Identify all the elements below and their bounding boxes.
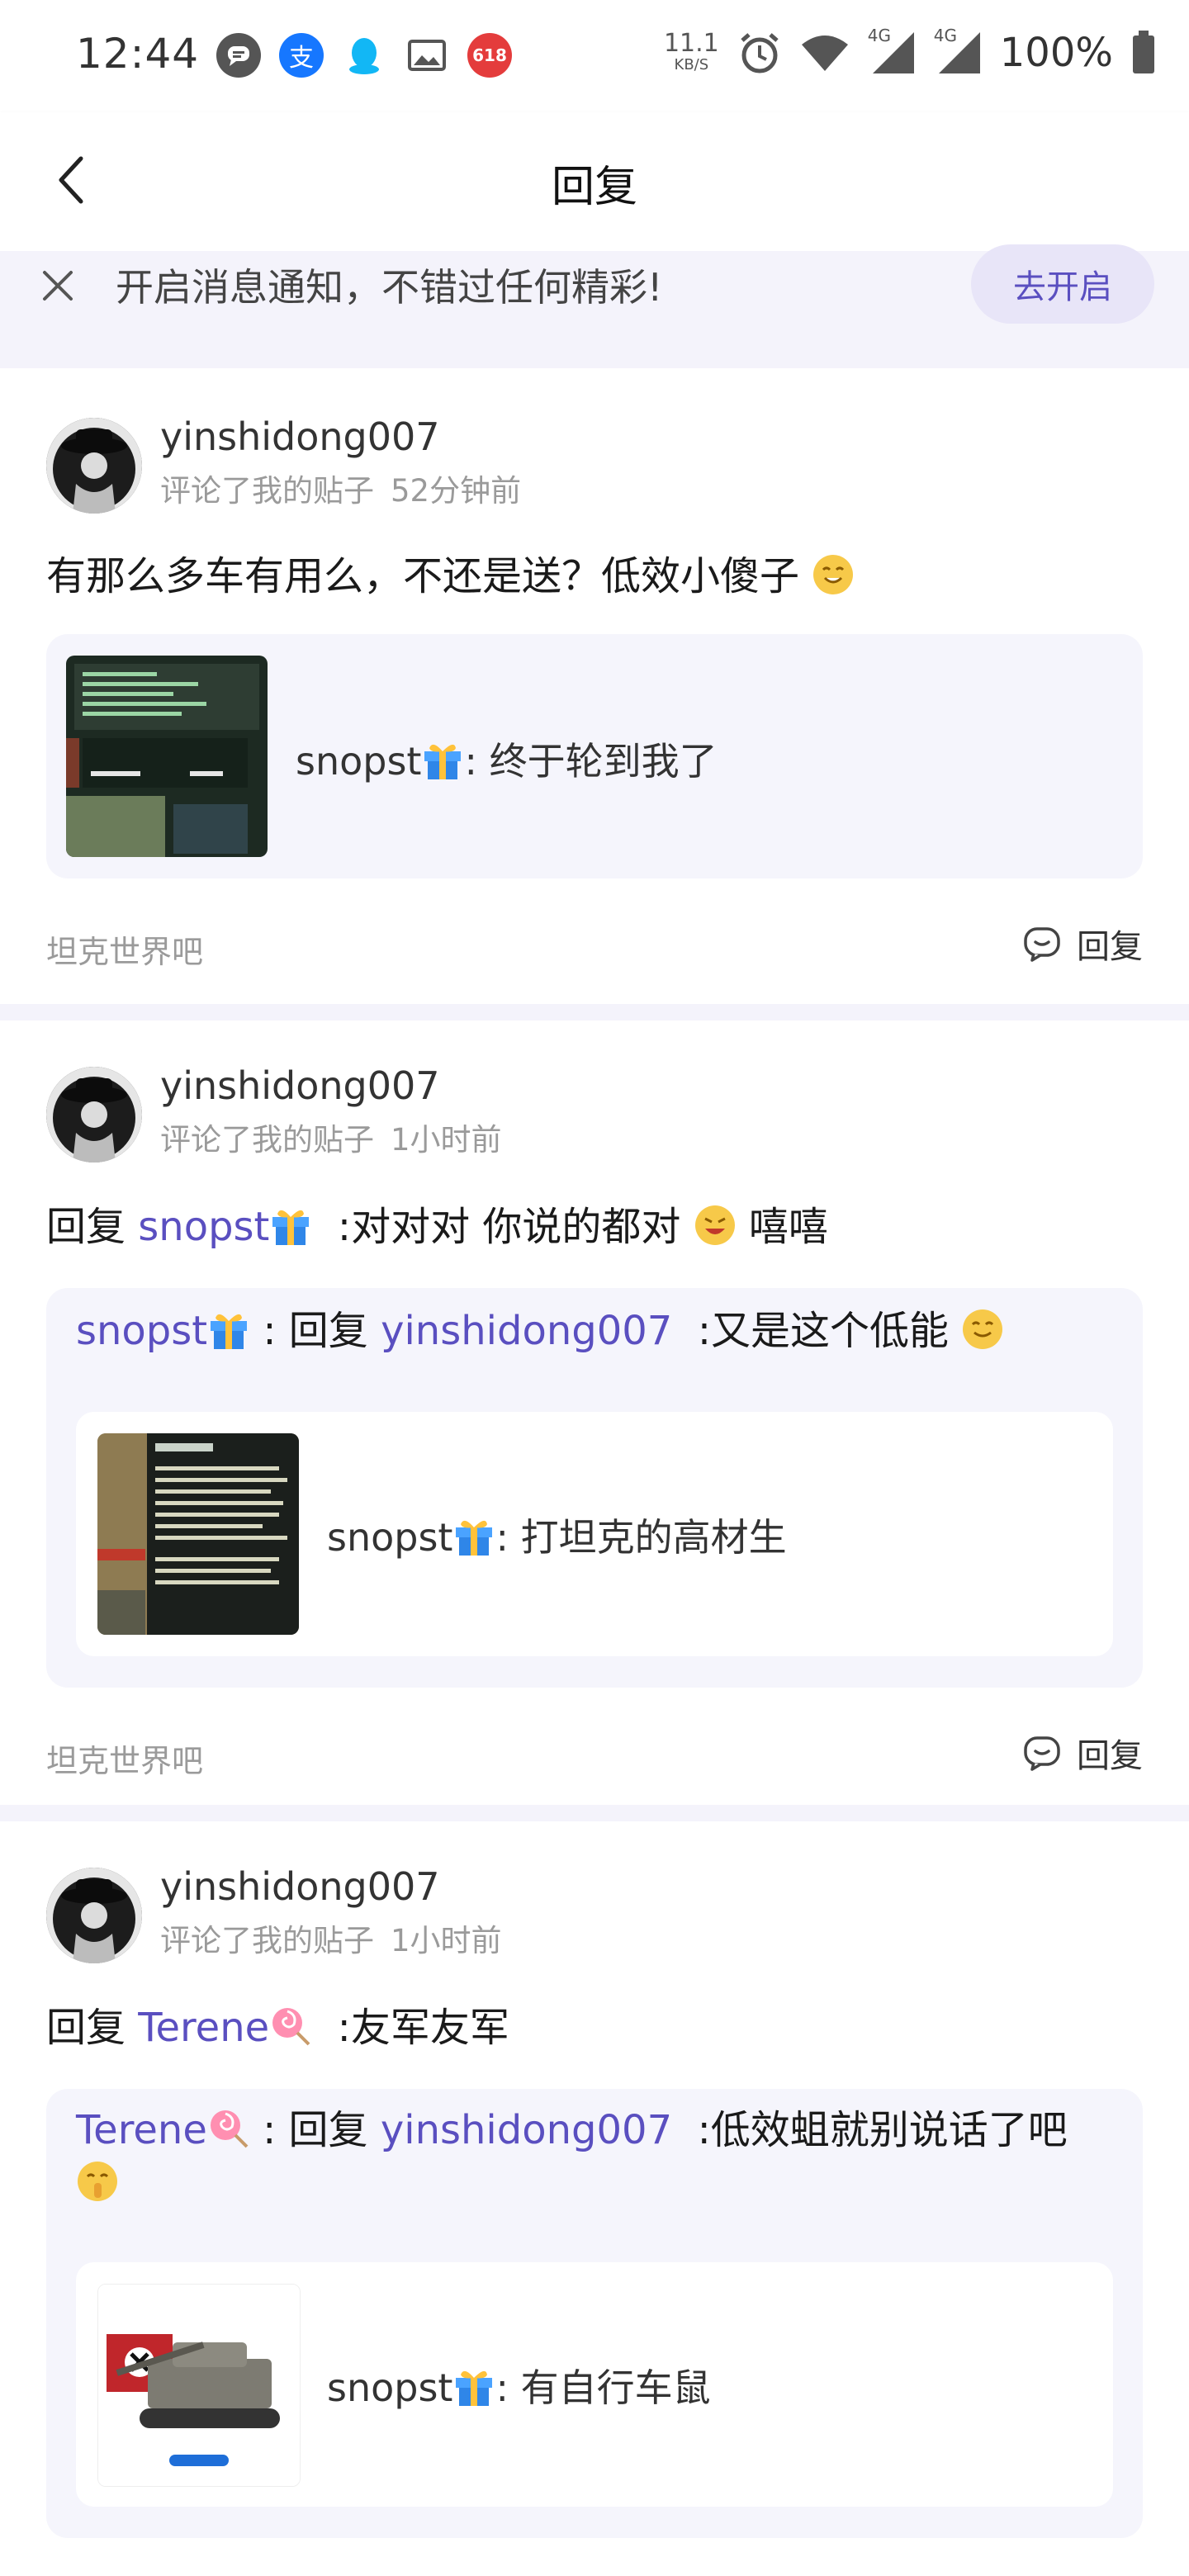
wifi-icon bbox=[801, 36, 848, 71]
gallery-icon bbox=[405, 33, 449, 78]
notice-text: 开启消息通知，不错过任何精彩! bbox=[116, 265, 663, 310]
comment-meta: 评论了我的贴子 52分钟前 bbox=[160, 473, 522, 509]
author-link[interactable]: snopst bbox=[76, 1308, 207, 1354]
status-bar: 12:44 支 618 11.1 KB/S 4G 4G 100% bbox=[0, 0, 1189, 112]
signal-icon-1: 4G bbox=[868, 26, 916, 75]
quoted-post[interactable]: snopst: 有自行车鼠 bbox=[76, 2262, 1113, 2507]
reply-context-text: snopst : 回复 yinshidong007 :又是这个低能 bbox=[76, 1305, 1113, 1357]
alarm-icon bbox=[741, 33, 779, 73]
gift-icon bbox=[272, 1210, 310, 1245]
alipay-icon: 支 bbox=[279, 33, 324, 78]
notification-icons: 支 618 bbox=[216, 33, 512, 78]
lollipop-icon bbox=[210, 2110, 249, 2148]
message-icon bbox=[216, 33, 261, 78]
quoted-post[interactable]: snopst: 终于轮到我了 bbox=[46, 634, 1143, 878]
comment-meta: 评论了我的贴子 1小时前 bbox=[160, 1122, 502, 1158]
forum-name[interactable]: 坦克世界吧 bbox=[46, 926, 203, 972]
grin-emoji-icon bbox=[694, 1205, 735, 1245]
comment-content: 有那么多车有用么，不还是送？低效小傻子 bbox=[46, 543, 1143, 601]
mention-link[interactable]: snopst bbox=[138, 1204, 269, 1250]
comment-content: 回复 Terene :友军友军 bbox=[46, 2005, 509, 2051]
reply-button[interactable]: 回复 bbox=[1022, 1729, 1143, 1777]
post-thumbnail bbox=[66, 656, 268, 857]
author-link[interactable]: Terene bbox=[76, 2107, 207, 2153]
avatar[interactable] bbox=[46, 418, 142, 514]
page-title: 回复 bbox=[551, 163, 637, 212]
quoted-text: snopst: 终于轮到我了 bbox=[296, 739, 718, 784]
username[interactable]: yinshidong007 bbox=[160, 414, 440, 459]
comment-icon bbox=[1024, 927, 1060, 962]
post-thumbnail bbox=[97, 2284, 301, 2487]
app-header: 回复 bbox=[0, 112, 1189, 251]
shopping-618-icon: 618 bbox=[467, 33, 512, 78]
avatar[interactable] bbox=[46, 1067, 142, 1163]
quoted-text: snopst: 有自行车鼠 bbox=[327, 2365, 711, 2410]
mention-link[interactable]: yinshidong007 bbox=[381, 2107, 672, 2153]
comment-icon bbox=[1024, 1736, 1060, 1771]
card-divider bbox=[0, 1004, 1189, 1020]
reply-context[interactable]: Terene : 回复 yinshidong007 :低效蛆就别说话了吧 sno… bbox=[46, 2089, 1143, 2538]
reply-context-text: Terene : 回复 yinshidong007 :低效蛆就别说话了吧 bbox=[76, 2104, 1113, 2209]
gift-icon bbox=[424, 744, 462, 779]
reply-card[interactable]: yinshidong007 评论了我的贴子 1小时前 回复 Terene :友军友… bbox=[0, 1821, 1189, 2576]
mention-link[interactable]: Terene bbox=[138, 2005, 269, 2051]
mention-link[interactable]: yinshidong007 bbox=[381, 1308, 672, 1354]
gift-icon bbox=[456, 2370, 493, 2406]
forum-name[interactable]: 坦克世界吧 bbox=[46, 1735, 203, 1781]
smile-emoji-icon bbox=[963, 1309, 1003, 1349]
enable-notifications-button[interactable]: 去开启 bbox=[971, 244, 1154, 324]
reply-button[interactable]: 回复 bbox=[1022, 920, 1143, 968]
lollipop-icon bbox=[272, 2008, 310, 2046]
comment-content: 回复 snopst :对对对 你说的都对 嘻嘻 bbox=[46, 1204, 828, 1250]
network-speed: 11.1 KB/S bbox=[663, 29, 719, 74]
quoted-text: snopst: 打坦克的高材生 bbox=[327, 1515, 787, 1560]
signal-icon-2: 4G bbox=[934, 26, 982, 75]
avatar[interactable] bbox=[46, 1868, 142, 1963]
reply-context[interactable]: snopst : 回复 yinshidong007 :又是这个低能 snopst… bbox=[46, 1288, 1143, 1688]
username[interactable]: yinshidong007 bbox=[160, 1864, 440, 1909]
smile-emoji-icon bbox=[813, 555, 854, 594]
close-icon[interactable] bbox=[36, 264, 79, 307]
post-thumbnail bbox=[97, 1433, 299, 1635]
quoted-post[interactable]: snopst: 打坦克的高材生 bbox=[76, 1412, 1113, 1656]
shush-emoji-icon bbox=[78, 2162, 117, 2201]
status-time: 12:44 bbox=[76, 30, 200, 78]
reply-card[interactable]: yinshidong007 评论了我的贴子 1小时前 回复 snopst :对对对… bbox=[0, 1020, 1189, 1805]
gift-icon bbox=[456, 1520, 493, 1556]
qq-icon bbox=[342, 33, 386, 78]
comment-meta: 评论了我的贴子 1小时前 bbox=[160, 1923, 502, 1958]
username[interactable]: yinshidong007 bbox=[160, 1063, 440, 1108]
notification-banner: 开启消息通知，不错过任何精彩! 去开启 bbox=[0, 244, 1189, 368]
battery-percent: 100% bbox=[999, 30, 1113, 76]
card-divider bbox=[0, 1805, 1189, 1821]
battery-icon bbox=[1133, 31, 1154, 73]
gift-icon bbox=[211, 1314, 248, 1349]
system-icons: 11.1 KB/S 4G 4G 100% bbox=[663, 26, 1156, 76]
reply-card[interactable]: yinshidong007 评论了我的贴子 52分钟前 有那么多车有用么，不还是送… bbox=[0, 368, 1189, 1004]
